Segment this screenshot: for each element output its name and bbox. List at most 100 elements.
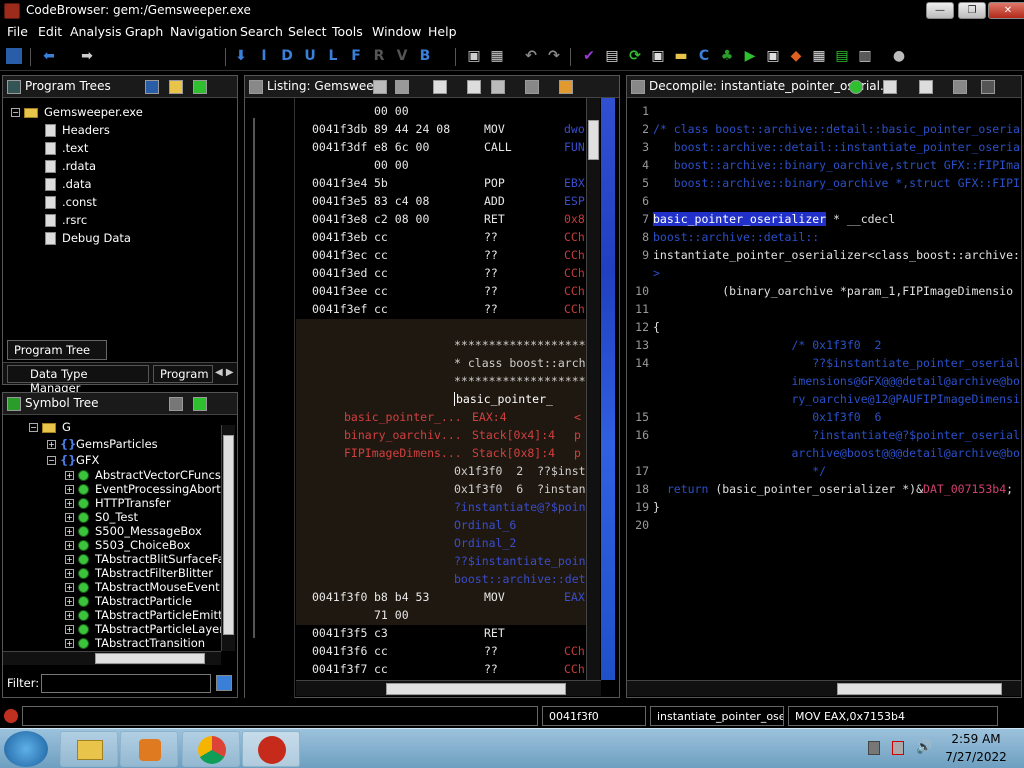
decompile-highlighted-token[interactable]: basic_pointer_oserializer [653, 212, 827, 226]
listing-mnemonic[interactable]: ADD [484, 194, 505, 208]
memory-icon[interactable]: ▦ [488, 47, 506, 65]
tree-item-headers[interactable]: Headers [45, 123, 110, 137]
symbol-root[interactable]: − G [29, 420, 71, 434]
listing-mnemonic[interactable]: ?? [484, 302, 498, 316]
listing-operand[interactable]: dwo [564, 122, 585, 136]
clock-time[interactable]: 2:59 AM [944, 732, 1008, 746]
class-item[interactable]: + S500_MessageBox [65, 524, 202, 538]
listing-operand[interactable]: CCh [564, 230, 585, 244]
run-icon[interactable]: ▶ [741, 47, 759, 65]
toolbar-letter-i[interactable]: I [255, 47, 273, 65]
tab-program-tree[interactable]: Program Tree [7, 340, 107, 360]
listing-operand[interactable]: CCh [564, 248, 585, 262]
export-icon[interactable]: ▤ [833, 47, 851, 65]
namespace-gemsparticles[interactable]: + {}GemsParticles [47, 437, 158, 451]
listing-param-type[interactable]: basic_pointer_... [344, 410, 462, 424]
refresh-icon[interactable]: ⟳ [626, 47, 644, 65]
menu-select[interactable]: Select [288, 24, 327, 39]
cfg-icon[interactable]: C [695, 47, 713, 65]
symbol-tree-hscrollbar[interactable] [3, 651, 221, 665]
menu-edit[interactable]: Edit [38, 24, 62, 39]
listing-overview-bar[interactable] [601, 98, 615, 680]
tree-item-debug-data[interactable]: Debug Data [45, 231, 131, 245]
script-icon[interactable]: ▤ [603, 47, 621, 65]
checkmark-icon[interactable]: ✔ [580, 47, 598, 65]
listing-address[interactable]: 0041f3f0 [312, 590, 367, 604]
decompile-hscrollbar[interactable] [627, 680, 1021, 696]
listing-xref[interactable]: 0x1f3f0 2 ??$inst [454, 464, 586, 478]
toolbar-letter-r[interactable]: R [370, 47, 388, 65]
listing-operand[interactable]: CCh [564, 644, 585, 658]
class-item[interactable]: + HTTPTransfer [65, 496, 171, 510]
start-button[interactable] [4, 731, 48, 767]
filter-input[interactable] [41, 674, 211, 693]
list-icon[interactable]: ▥ [856, 47, 874, 65]
decompile-code-line[interactable]: boost::archive::binary_oarchive *,struct… [653, 176, 1020, 190]
down-arrow-icon[interactable]: ⬇ [232, 47, 250, 65]
tree-item-text[interactable]: .text [45, 141, 88, 155]
explorer-taskbar-button[interactable] [60, 731, 118, 767]
listing-param-type[interactable]: binary_oarchiv... [344, 428, 462, 442]
cursor-icon[interactable] [433, 80, 447, 94]
media-player-taskbar-button[interactable] [120, 731, 178, 767]
listing-mnemonic[interactable]: RET [484, 212, 505, 226]
listing-address[interactable]: 0041f3ee [312, 284, 367, 298]
filter-options-icon[interactable] [216, 675, 232, 691]
listing-address[interactable]: 0041f3e5 [312, 194, 367, 208]
symbol-tree-vscrollbar[interactable] [221, 425, 235, 651]
decompile-code-line[interactable]: ry_oarchive@12@PAUFIPImageDimensi [653, 392, 1019, 406]
decompile-code-line[interactable]: boost::archive::detail::instantiate_poin… [653, 140, 1020, 154]
listing-xref[interactable]: Ordinal_2 [454, 536, 516, 550]
listing-mnemonic[interactable]: POP [484, 176, 505, 190]
listing-address[interactable]: 0041f3e4 [312, 176, 367, 190]
close-button[interactable]: ✕ [988, 2, 1024, 19]
decompile-snapshot-icon[interactable] [953, 80, 967, 94]
listing-hscrollbar[interactable] [296, 680, 601, 696]
decompile-options-icon[interactable] [981, 80, 995, 94]
listing-address[interactable]: 0041f3df [312, 140, 367, 154]
listing-format-icon[interactable] [467, 80, 481, 94]
console-icon[interactable] [4, 709, 18, 723]
tab-data-type-manager[interactable]: Data Type Manager [7, 365, 149, 395]
window-icon[interactable]: ▣ [764, 47, 782, 65]
class-item[interactable]: + S503_ChoiceBox [65, 538, 190, 552]
class-item[interactable]: + EventProcessingAbortE [65, 482, 228, 496]
symbol-tree-action-icon[interactable] [169, 397, 183, 411]
decompile-code-line[interactable]: (binary_oarchive *param_1,FIPImageDimens… [653, 284, 1013, 298]
listing-address[interactable]: 0041f3e8 [312, 212, 367, 226]
class-item[interactable]: + TAbstractParticleEmitte [65, 608, 230, 622]
class-item[interactable]: + TAbstractTransition [65, 636, 205, 650]
bookmark-icon[interactable]: ▣ [465, 47, 483, 65]
decompile-code-line[interactable]: imensions@GFX@@@detail@archive@bo [653, 374, 1019, 388]
decompile-code-line[interactable]: { [653, 320, 660, 334]
toolbar-letter-d[interactable]: D [278, 47, 296, 65]
decompile-token[interactable]: return [653, 482, 715, 496]
menu-tools[interactable]: Tools [332, 24, 363, 39]
listing-xref[interactable]: ?instantiate@?$poin [454, 500, 586, 514]
class-item[interactable]: + S0_Test [65, 510, 138, 524]
tree-item-const[interactable]: .const [45, 195, 97, 209]
save-icon[interactable] [6, 48, 22, 64]
function-graph-icon[interactable]: ▣ [649, 47, 667, 65]
listing-mnemonic[interactable]: ?? [484, 662, 498, 676]
decompile-code-line[interactable]: } [653, 500, 660, 514]
toolbar-letter-l[interactable]: L [324, 47, 342, 65]
refresh-tree-icon[interactable] [193, 80, 207, 94]
listing-address[interactable]: 0041f3ed [312, 266, 367, 280]
menu-help[interactable]: Help [428, 24, 457, 39]
ghidra-taskbar-button[interactable] [242, 731, 300, 767]
tree-item-data[interactable]: .data [45, 177, 92, 191]
decompile-code-line[interactable]: archive@boost@@@detail@archive@bo [653, 446, 1019, 460]
tree-icon[interactable]: ♣ [718, 47, 736, 65]
clock-date[interactable]: 7/27/2022 [940, 750, 1012, 764]
listing-vscrollbar[interactable] [586, 98, 600, 680]
listing-operand[interactable]: CCh [564, 662, 585, 676]
action-center-icon[interactable] [892, 741, 904, 755]
decompile-code-line[interactable]: > [653, 266, 660, 280]
listing-address[interactable]: 0041f3ef [312, 302, 367, 316]
listing-xref[interactable]: Ordinal_6 [454, 518, 516, 532]
maximize-button[interactable]: ❐ [958, 2, 986, 19]
menu-navigation[interactable]: Navigation [170, 24, 237, 39]
tree-item-rdata[interactable]: .rdata [45, 159, 96, 173]
listing-address[interactable]: 0041f3ec [312, 248, 367, 262]
